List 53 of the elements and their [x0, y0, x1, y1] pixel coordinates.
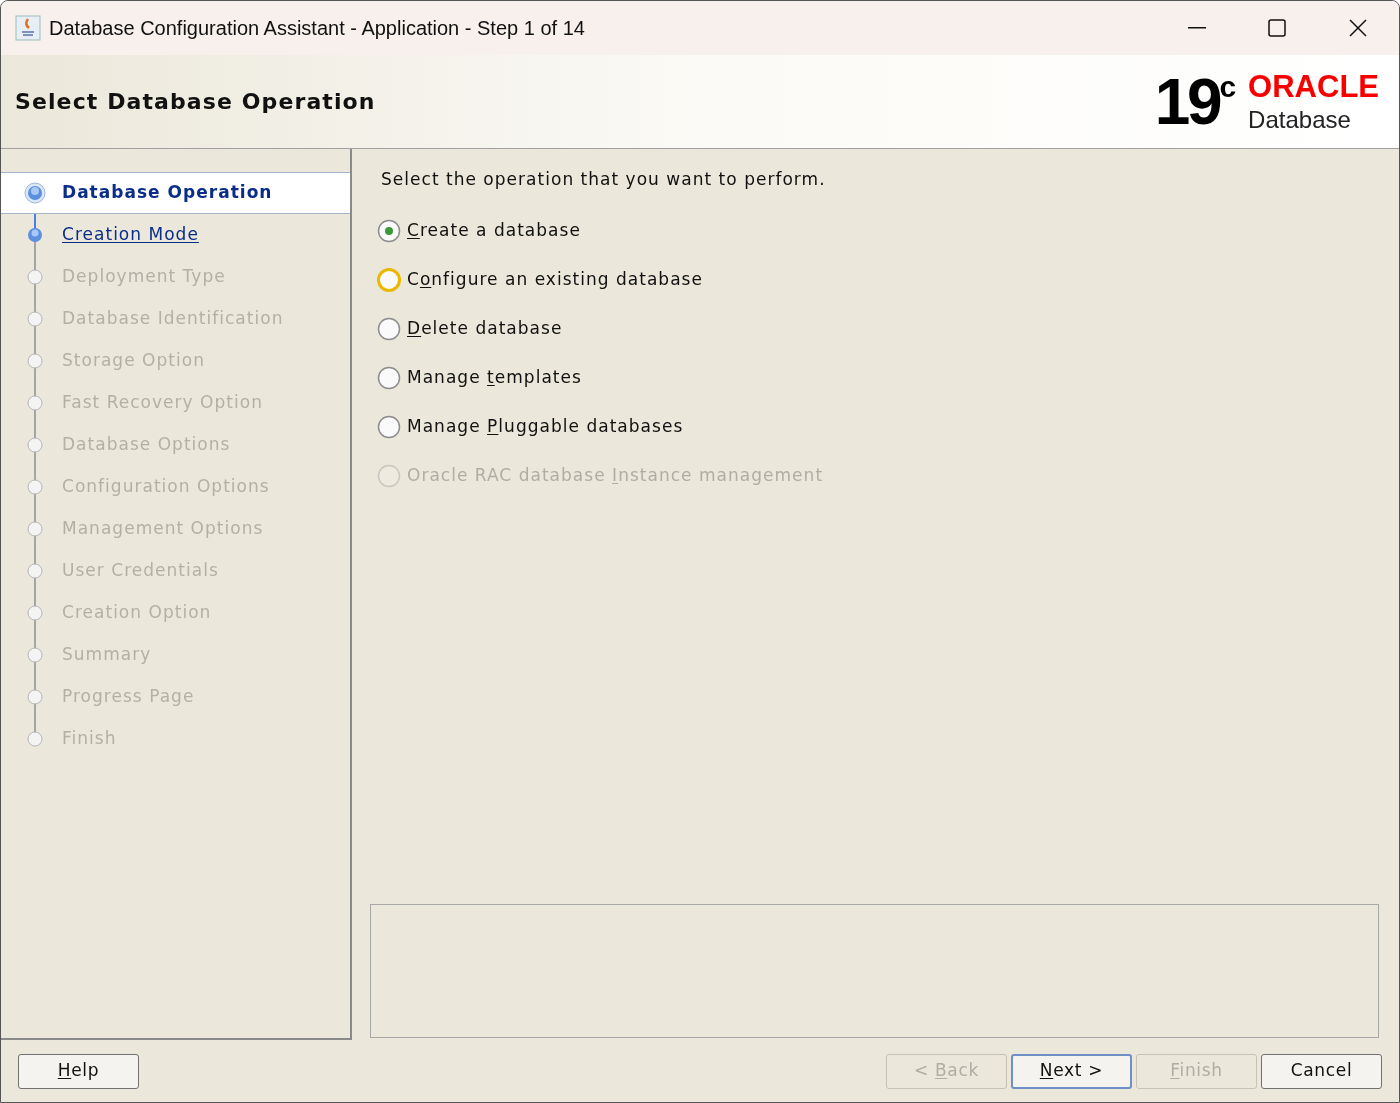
window-title: Database Configuration Assistant - Application - Step 1 of 14: [49, 16, 585, 41]
step-label: Management Options: [62, 517, 264, 541]
current-step-icon: [24, 182, 46, 204]
logo-product: Database: [1248, 108, 1352, 132]
step-dot-icon: [27, 227, 43, 243]
step-label: Summary: [62, 643, 152, 667]
step-dot-icon: [27, 605, 43, 621]
step-dot-icon: [27, 689, 43, 705]
dialog-button[interactable]: Help: [18, 1053, 139, 1089]
step-label: Database Operation: [62, 181, 273, 205]
step-dot-icon: [27, 731, 43, 747]
radio-button[interactable]: [377, 268, 401, 292]
logo-suffix: c: [1219, 71, 1237, 102]
step-label: Storage Option: [62, 349, 205, 373]
radio-button[interactable]: [377, 219, 401, 243]
minimize-icon: [1188, 27, 1206, 29]
step-label: User Credentials: [62, 559, 219, 583]
step-dot-icon: [27, 437, 43, 453]
option-label: Delete database: [407, 317, 563, 341]
step-dot-icon: [27, 353, 43, 369]
step-label: Progress Page: [62, 685, 195, 709]
close-icon: [1349, 19, 1367, 37]
maximize-icon: [1268, 19, 1286, 37]
step-label: Database Options: [62, 433, 231, 457]
step-dot-icon: [27, 395, 43, 411]
step-link[interactable]: Creation Mode: [62, 222, 199, 248]
step-dot-icon: [27, 269, 43, 285]
app-icon: [15, 15, 41, 41]
radio-button[interactable]: [377, 415, 401, 439]
radio-button[interactable]: [377, 317, 401, 341]
option-label: Manage templates: [407, 366, 582, 390]
step-label: Fast Recovery Option: [62, 391, 263, 415]
radio-button[interactable]: [377, 366, 401, 390]
step-label: Database Identification: [62, 307, 284, 331]
step-label: Creation Option: [62, 601, 212, 625]
option-label: Manage Pluggable databases: [407, 415, 684, 439]
step-dot-icon: [27, 647, 43, 663]
option-label: Configure an existing database: [407, 268, 703, 292]
logo-version: 19: [1154, 69, 1220, 134]
dialog-button[interactable]: Next >: [1011, 1053, 1132, 1089]
option-label: Oracle RAC database Instance management: [407, 464, 824, 488]
step-dot-icon: [27, 563, 43, 579]
instruction-text: Select the operation that you want to perform.: [381, 168, 827, 191]
step-dot-icon: [27, 311, 43, 327]
step-label: Configuration Options: [62, 475, 270, 499]
step-dot-icon: [27, 521, 43, 537]
logo-brand: ORACLE: [1248, 71, 1379, 102]
step-label: Finish: [62, 727, 117, 751]
step-dot-icon: [27, 479, 43, 495]
dialog-button[interactable]: Cancel: [1261, 1053, 1382, 1089]
page-title: Select Database Operation: [15, 88, 376, 116]
step-label: Deployment Type: [62, 265, 226, 289]
option-label: Create a database: [407, 219, 581, 243]
